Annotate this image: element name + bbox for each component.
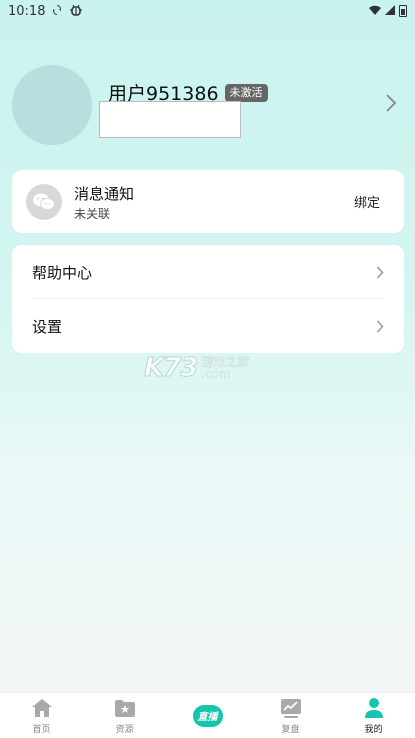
menu-item-label: 帮助中心 bbox=[32, 263, 93, 282]
folder-star-icon bbox=[114, 699, 135, 717]
wifi-icon bbox=[369, 4, 381, 19]
tab-label: 资源 bbox=[115, 724, 134, 735]
notification-card: 消息通知 未关联 绑定 bbox=[12, 170, 404, 233]
tab-review[interactable]: 复盘 bbox=[249, 693, 332, 738]
menu-item-help-center[interactable]: 帮助中心 bbox=[12, 245, 404, 299]
tab-home[interactable]: 首页 bbox=[0, 693, 83, 738]
wechat-icon bbox=[26, 184, 62, 220]
tab-label: 复盘 bbox=[281, 724, 300, 735]
status-right bbox=[369, 4, 407, 19]
battery-icon bbox=[399, 5, 407, 17]
chevron-right-icon bbox=[376, 265, 384, 279]
status-bar: 10:18 bbox=[0, 0, 415, 22]
menu-item-settings[interactable]: 设置 bbox=[12, 299, 404, 353]
sync-icon bbox=[52, 4, 63, 18]
chart-icon bbox=[280, 698, 301, 718]
user-icon bbox=[364, 697, 383, 718]
signal-icon bbox=[385, 4, 395, 19]
tab-mine[interactable]: 我的 bbox=[332, 693, 415, 738]
bind-button[interactable]: 绑定 bbox=[354, 192, 380, 211]
watermark-k73: K73 bbox=[143, 353, 198, 384]
home-icon bbox=[31, 698, 52, 717]
watermark-logo: K73 游戏之家 .com bbox=[143, 352, 274, 384]
chevron-right-icon[interactable] bbox=[385, 94, 397, 112]
profile-header[interactable]: 用户951386 未激活 bbox=[0, 62, 415, 152]
tab-resources[interactable]: 资源 bbox=[83, 693, 166, 738]
menu-card: 帮助中心 设置 bbox=[12, 245, 404, 353]
status-time: 10:18 bbox=[8, 3, 46, 19]
tab-label: 首页 bbox=[32, 724, 51, 735]
bug-icon bbox=[69, 4, 83, 19]
tab-label: 我的 bbox=[364, 724, 383, 735]
live-icon: 直播 bbox=[192, 704, 223, 727]
menu-item-label: 设置 bbox=[32, 317, 63, 336]
status-left: 10:18 bbox=[8, 4, 83, 19]
tab-live[interactable]: 直播 bbox=[166, 693, 249, 738]
status-badge: 未激活 bbox=[224, 83, 268, 102]
chevron-right-icon bbox=[376, 319, 384, 333]
bottom-tab-bar: 首页 资源 直播 复盘 我的 bbox=[0, 692, 415, 738]
watermark-domain: .com bbox=[201, 367, 231, 381]
notification-status: 未关联 bbox=[74, 207, 111, 221]
name-input-box[interactable] bbox=[99, 101, 241, 138]
notification-title: 消息通知 bbox=[74, 185, 135, 203]
avatar[interactable] bbox=[12, 65, 92, 145]
